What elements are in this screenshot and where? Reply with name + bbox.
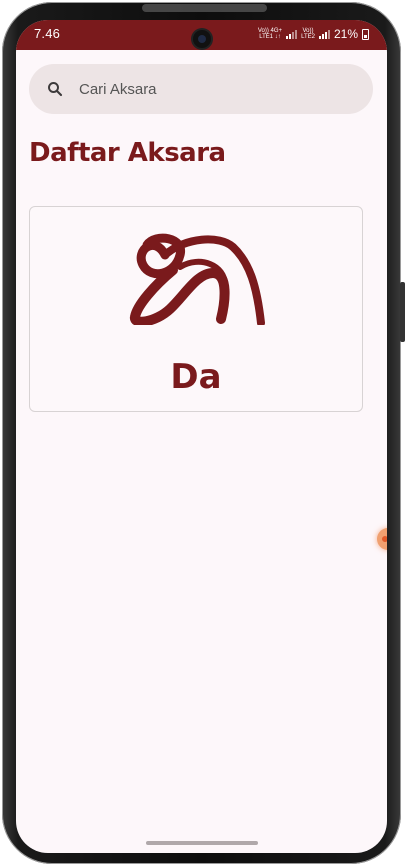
app-screen: 7.46 Vo)) 4G+ LTE1 ↓↑ Vo)) LTE2 21% Cari… [16, 20, 387, 853]
aksara-card-label: Da [170, 357, 222, 397]
balinese-aksara-da-glyph [130, 233, 265, 325]
status-bar: 7.46 Vo)) 4G+ LTE1 ↓↑ Vo)) LTE2 21% [16, 20, 387, 50]
phone-frame: 7.46 Vo)) 4G+ LTE1 ↓↑ Vo)) LTE2 21% Cari… [2, 2, 405, 864]
home-indicator[interactable] [146, 841, 258, 845]
battery-icon [362, 28, 369, 40]
floating-bubble-handle[interactable] [377, 528, 387, 550]
page-title: Daftar Aksara [29, 138, 226, 168]
signal-icon [286, 29, 298, 39]
search-bar[interactable] [29, 64, 373, 114]
search-input[interactable] [77, 79, 331, 99]
status-time: 7.46 [34, 26, 61, 41]
search-icon[interactable] [45, 79, 65, 99]
front-camera [193, 30, 211, 48]
network-indicator-2: Vo)) LTE2 [301, 28, 315, 40]
speaker-grille [142, 4, 267, 12]
network-indicator-1: Vo)) 4G+ LTE1 ↓↑ [257, 28, 283, 40]
signal-icon-2 [318, 29, 330, 39]
status-indicators: Vo)) 4G+ LTE1 ↓↑ Vo)) LTE2 21% [258, 27, 369, 41]
aksara-card-da[interactable]: Da [29, 206, 363, 412]
battery-percent: 21% [333, 27, 358, 41]
side-button [400, 282, 405, 342]
